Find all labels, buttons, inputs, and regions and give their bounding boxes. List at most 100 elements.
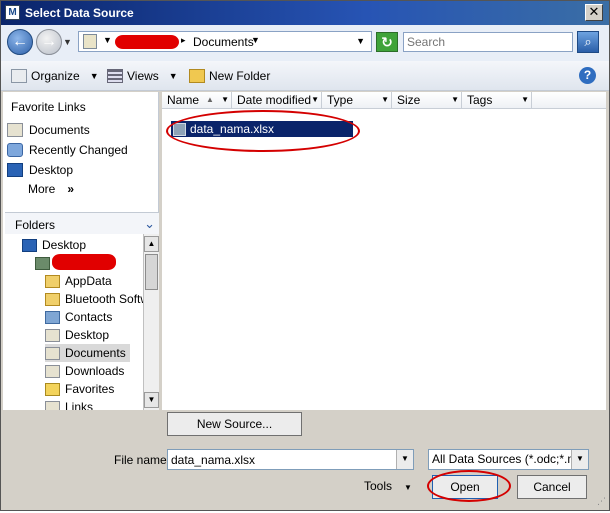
- column-tags[interactable]: Tags ▼: [462, 92, 532, 109]
- chevron-down-icon: ▼: [168, 71, 178, 81]
- tree-label: Bluetooth Software: [65, 292, 143, 306]
- desktop-folder-icon: [45, 328, 60, 342]
- tools-menu[interactable]: Tools ▼: [364, 479, 412, 493]
- column-type[interactable]: Type ▼: [322, 92, 392, 109]
- favorite-desktop[interactable]: Desktop: [7, 161, 73, 179]
- tree-item-documents[interactable]: Documents: [45, 344, 130, 362]
- folders-header[interactable]: Folders ⌄: [5, 212, 159, 234]
- column-label: Name: [167, 93, 200, 107]
- chevron-down-icon[interactable]: ▼: [251, 35, 260, 45]
- new-folder-button[interactable]: New Folder: [189, 67, 270, 85]
- tree-label: Contacts: [65, 310, 113, 324]
- tree-label: Favorites: [65, 382, 115, 396]
- favorite-recently-changed[interactable]: Recently Changed: [7, 141, 128, 159]
- close-button[interactable]: ✕: [585, 4, 603, 21]
- scroll-up-arrow-icon[interactable]: ▲: [144, 236, 159, 252]
- contacts-icon: [45, 310, 60, 324]
- more-label: More: [28, 182, 56, 196]
- favorite-links-header: Favorite Links: [11, 100, 86, 114]
- annotation-circle: [427, 470, 511, 502]
- tree-item-contacts[interactable]: Contacts: [45, 308, 112, 326]
- organize-menu[interactable]: Organize ▼: [11, 67, 99, 85]
- chevron-down-icon[interactable]: ▼: [396, 450, 413, 469]
- chevron-down-icon[interactable]: ▼: [451, 92, 459, 108]
- resize-grip-icon[interactable]: ⋰: [597, 496, 606, 507]
- file-name-input[interactable]: [168, 450, 393, 469]
- favorite-label: Documents: [29, 123, 90, 137]
- search-icon[interactable]: ⌕: [577, 31, 599, 53]
- tree-label: Downloads: [65, 364, 125, 378]
- chevron-down-icon[interactable]: ▼: [521, 92, 529, 108]
- links-icon: [45, 400, 60, 410]
- views-label: Views: [127, 69, 159, 83]
- column-label: Size: [397, 93, 421, 107]
- tree-item-desktop-sub[interactable]: Desktop: [45, 326, 109, 344]
- tree-item-appdata[interactable]: AppData: [45, 272, 112, 290]
- file-type-filter[interactable]: All Data Sources (*.odc;*.mdb ▼: [428, 449, 589, 470]
- folder-icon: [45, 274, 60, 288]
- title-bar: M Select Data Source ✕: [1, 1, 609, 25]
- folders-title: Folders: [15, 218, 56, 232]
- tree-item-desktop[interactable]: Desktop: [22, 236, 86, 254]
- tree-item-user[interactable]: [35, 254, 50, 272]
- documents-icon: [7, 123, 23, 137]
- column-headers: Name ▲ ▼ Date modified ▼ Type ▼ Size ▼ T…: [162, 92, 606, 109]
- file-name-combobox[interactable]: ▼: [167, 449, 414, 470]
- folder-icon: [45, 292, 60, 306]
- favorites-more-link[interactable]: More »: [28, 182, 74, 196]
- back-button[interactable]: ←: [7, 29, 33, 55]
- chevron-down-icon: ▼: [404, 483, 412, 492]
- tree-item-downloads[interactable]: Downloads: [45, 362, 124, 380]
- downloads-icon: [45, 364, 60, 378]
- tree-item-links[interactable]: Links: [45, 398, 93, 410]
- new-folder-icon: [189, 69, 205, 83]
- breadcrumb-documents[interactable]: Documents: [193, 35, 254, 49]
- history-dropdown-icon[interactable]: ▼: [63, 37, 72, 47]
- tree-label: Desktop: [42, 238, 87, 252]
- annotation-circle: [166, 110, 360, 152]
- address-dropdown-icon[interactable]: ▼: [356, 36, 365, 46]
- favorites-star-icon: [45, 382, 60, 396]
- tree-item-favorites[interactable]: Favorites: [45, 380, 114, 398]
- desktop-icon: [7, 163, 23, 177]
- chevron-down-icon[interactable]: ▼: [221, 92, 229, 108]
- recent-icon: [7, 143, 23, 157]
- column-date-modified[interactable]: Date modified ▼: [232, 92, 322, 109]
- tree-scrollbar[interactable]: ▲ ▼: [143, 234, 159, 410]
- column-name[interactable]: Name ▲ ▼: [162, 92, 232, 109]
- navigation-pane: Favorite Links Documents Recently Change…: [3, 92, 159, 410]
- window-title: Select Data Source: [25, 6, 134, 20]
- address-row: ← → ▼ ▼ ▸ Documents ▼ ▼ ↻ ⌕: [1, 25, 609, 61]
- sort-up-icon: ▲: [206, 95, 214, 104]
- redaction-mark: [52, 254, 116, 270]
- address-bar[interactable]: ▼ ▸ Documents ▼ ▼: [78, 31, 372, 52]
- search-box[interactable]: [403, 32, 573, 52]
- tree-item-bluetooth[interactable]: Bluetooth Software: [45, 290, 143, 308]
- tools-label: Tools: [364, 479, 393, 493]
- folder-icon: [83, 34, 97, 49]
- search-input[interactable]: [404, 33, 572, 51]
- tree-label: Desktop: [65, 328, 110, 342]
- chevron-down-icon[interactable]: ▼: [103, 35, 112, 45]
- help-icon[interactable]: ?: [579, 67, 596, 84]
- scroll-down-arrow-icon[interactable]: ▼: [144, 392, 159, 408]
- favorite-documents[interactable]: Documents: [7, 121, 90, 139]
- column-size[interactable]: Size ▼: [392, 92, 462, 109]
- chevron-down-icon[interactable]: ▼: [311, 92, 319, 108]
- scroll-thumb[interactable]: [145, 254, 158, 290]
- views-menu[interactable]: Views ▼: [107, 67, 178, 85]
- documents-icon: [45, 346, 60, 360]
- cancel-button[interactable]: Cancel: [517, 475, 587, 499]
- chevron-right-icon[interactable]: ▸: [181, 35, 186, 46]
- file-list: Name ▲ ▼ Date modified ▼ Type ▼ Size ▼ T…: [162, 92, 606, 410]
- desktop-icon: [22, 238, 37, 252]
- folder-tree: Desktop AppData Bluetooth Software Conta…: [5, 234, 143, 410]
- refresh-button[interactable]: ↻: [376, 32, 398, 52]
- chevron-down-icon[interactable]: ▼: [381, 92, 389, 108]
- forward-button[interactable]: →: [36, 29, 62, 55]
- new-source-button[interactable]: New Source...: [167, 412, 302, 436]
- column-label: Date modified: [237, 93, 312, 107]
- chevron-down-icon[interactable]: ⌄: [144, 216, 155, 232]
- organize-label: Organize: [31, 69, 80, 83]
- chevron-down-icon[interactable]: ▼: [571, 450, 588, 469]
